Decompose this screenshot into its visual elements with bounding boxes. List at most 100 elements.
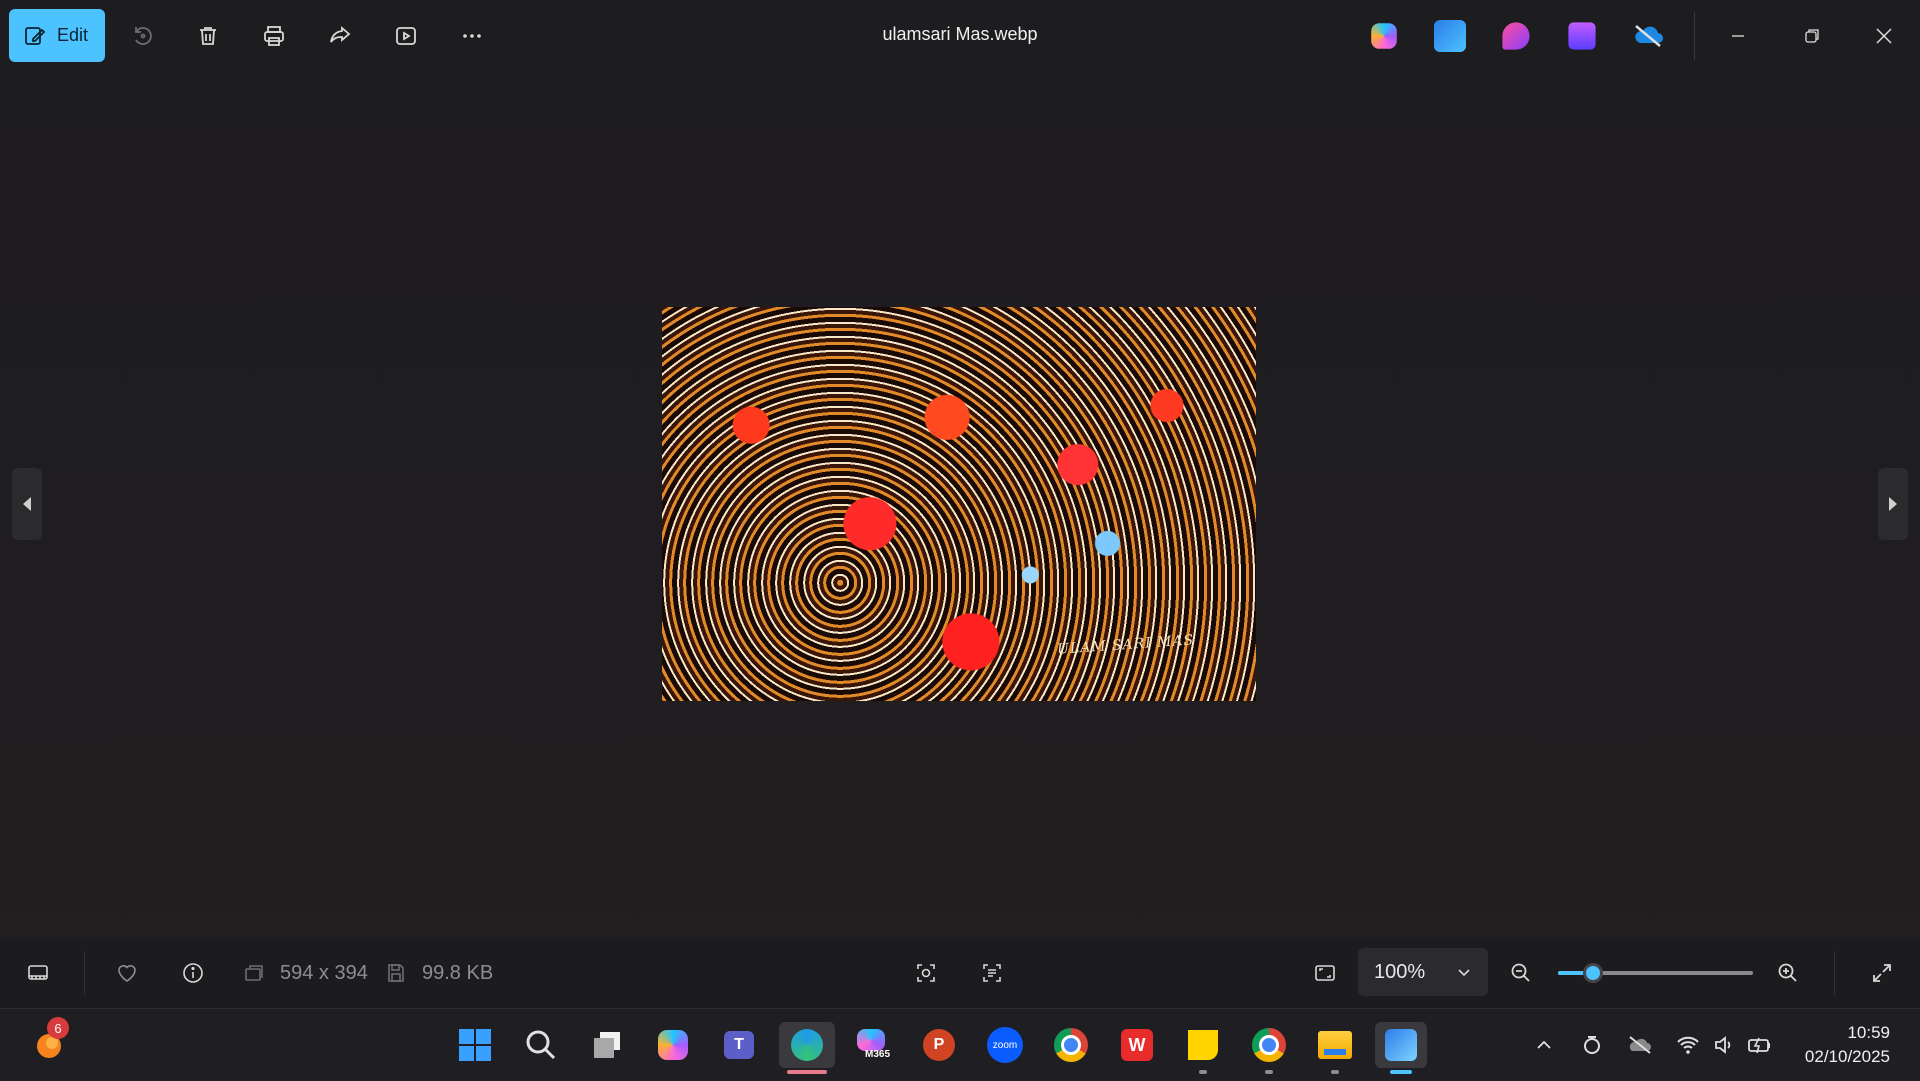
zoom-level-value: 100% xyxy=(1374,960,1426,983)
window-title: ulamsari Mas.webp xyxy=(882,24,1038,44)
onedrive-off-icon xyxy=(1629,1036,1651,1054)
search-icon xyxy=(526,1030,556,1060)
battery-charging-icon xyxy=(1748,1037,1770,1054)
share-icon[interactable] xyxy=(322,18,358,54)
chevron-down-icon xyxy=(1458,969,1470,977)
powerpoint-icon: P xyxy=(923,1029,955,1061)
volume-icon xyxy=(1715,1036,1731,1054)
image-dimensions: 594 x 394 xyxy=(280,962,368,984)
taskbar-powerpoint[interactable]: P xyxy=(916,1022,962,1068)
minimize-icon[interactable] xyxy=(1718,18,1758,54)
sticky-notes-icon xyxy=(1188,1030,1218,1060)
task-view-icon xyxy=(594,1032,620,1058)
copilot-icon xyxy=(658,1030,688,1060)
status-bar: 594 x 394 99.8 KB 100% xyxy=(0,937,1920,1008)
photos-icon[interactable] xyxy=(1434,20,1466,52)
taskbar-m365[interactable]: M365 xyxy=(850,1022,896,1068)
tray-volume[interactable] xyxy=(1710,1031,1738,1059)
info-icon[interactable] xyxy=(177,957,209,989)
zoom-in-icon[interactable] xyxy=(1772,957,1804,989)
status-divider xyxy=(1834,951,1835,995)
next-image-button[interactable] xyxy=(1878,468,1908,540)
taskbar: T M365 P zoom W 10:59 02/10/2025 xyxy=(0,1008,1920,1081)
taskbar-wps[interactable]: W xyxy=(1114,1022,1160,1068)
dimensions-icon xyxy=(238,957,270,989)
copilot-icon[interactable] xyxy=(1371,23,1397,49)
tray-sync[interactable] xyxy=(1578,1031,1606,1059)
chevron-right-icon xyxy=(1889,497,1897,511)
slideshow-icon[interactable] xyxy=(388,18,424,54)
zoom-out-icon[interactable] xyxy=(1505,957,1537,989)
m365-label: M365 xyxy=(865,1049,891,1060)
taskbar-chrome-profile[interactable] xyxy=(1246,1022,1292,1074)
wifi-icon xyxy=(1677,1036,1699,1054)
clock-date: 02/10/2025 xyxy=(1804,1047,1890,1066)
status-divider xyxy=(84,951,85,995)
fullscreen-icon[interactable] xyxy=(1866,957,1898,989)
toolbar-divider xyxy=(1694,12,1695,60)
zoom-slider-thumb[interactable] xyxy=(1583,963,1604,983)
notification-badge: 6 xyxy=(47,1017,69,1039)
photos-icon xyxy=(1385,1029,1417,1061)
delete-icon[interactable] xyxy=(190,18,226,54)
taskbar-copilot[interactable] xyxy=(650,1022,696,1068)
running-indicator xyxy=(1331,1070,1339,1074)
taskbar-file-explorer[interactable] xyxy=(1312,1022,1358,1074)
zoom-app-label: zoom xyxy=(992,1039,1018,1051)
search-button[interactable] xyxy=(518,1022,564,1068)
start-button[interactable] xyxy=(452,1022,498,1068)
edit-label: Edit xyxy=(57,25,89,45)
top-toolbar: Edit ulamsari Mas.webp xyxy=(0,0,1920,72)
previous-image-button[interactable] xyxy=(12,468,42,540)
taskbar-chrome[interactable] xyxy=(1048,1022,1094,1068)
windows-icon xyxy=(459,1029,491,1061)
clipchamp-icon[interactable] xyxy=(1568,22,1596,50)
filmstrip-icon[interactable] xyxy=(22,957,54,989)
m365-icon: M365 xyxy=(857,1029,891,1061)
file-size-icon xyxy=(380,957,412,989)
print-icon[interactable] xyxy=(256,18,292,54)
sync-icon xyxy=(1584,1036,1600,1054)
rotate-icon[interactable] xyxy=(124,18,160,54)
tray-battery[interactable] xyxy=(1746,1031,1774,1059)
taskbar-sticky-notes[interactable] xyxy=(1180,1022,1226,1074)
running-indicator xyxy=(1265,1070,1273,1074)
onedrive-icon[interactable] xyxy=(1632,20,1664,52)
photos-app: Edit ulamsari Mas.webp ULAM SARI MAS 594… xyxy=(0,0,1920,1008)
close-icon[interactable] xyxy=(1864,18,1904,54)
fit-to-window-icon[interactable] xyxy=(1309,957,1341,989)
visual-search-icon[interactable] xyxy=(910,957,942,989)
zoom-level-dropdown[interactable]: 100% xyxy=(1358,948,1488,996)
zoom-icon: zoom xyxy=(987,1027,1023,1063)
edit-button[interactable]: Edit xyxy=(9,9,105,62)
favorite-icon[interactable] xyxy=(111,957,143,989)
chrome-icon xyxy=(1054,1028,1088,1062)
task-view-button[interactable] xyxy=(584,1022,630,1068)
taskbar-teams[interactable]: T xyxy=(716,1022,762,1068)
file-size: 99.8 KB xyxy=(422,962,494,984)
batik-image: ULAM SARI MAS xyxy=(662,307,1256,701)
zoom-slider[interactable] xyxy=(1558,963,1753,983)
active-indicator xyxy=(1390,1070,1412,1074)
chevron-up-icon xyxy=(1537,1040,1551,1049)
chevron-left-icon xyxy=(23,497,31,511)
restore-icon[interactable] xyxy=(1792,18,1832,54)
more-icon[interactable] xyxy=(454,18,490,54)
tray-wifi[interactable] xyxy=(1674,1031,1702,1059)
chrome-profile-icon xyxy=(1252,1028,1286,1062)
taskbar-photos[interactable] xyxy=(1375,1022,1427,1074)
show-hidden-icons[interactable] xyxy=(1530,1031,1558,1059)
taskbar-edge[interactable] xyxy=(779,1022,835,1074)
image-caption: ULAM SARI MAS xyxy=(1056,632,1195,658)
running-indicator xyxy=(1199,1070,1207,1074)
taskbar-clock[interactable]: 10:59 02/10/2025 xyxy=(1805,1021,1890,1069)
text-scan-icon[interactable] xyxy=(976,957,1008,989)
teams-icon: T xyxy=(724,1031,754,1059)
active-indicator xyxy=(787,1070,827,1074)
designer-icon[interactable] xyxy=(1502,22,1530,50)
clock-time: 10:59 xyxy=(1847,1023,1890,1042)
taskbar-zoom[interactable]: zoom xyxy=(982,1022,1028,1068)
tray-onedrive[interactable] xyxy=(1626,1031,1654,1059)
folder-icon xyxy=(1318,1031,1352,1059)
edit-icon xyxy=(25,26,46,45)
